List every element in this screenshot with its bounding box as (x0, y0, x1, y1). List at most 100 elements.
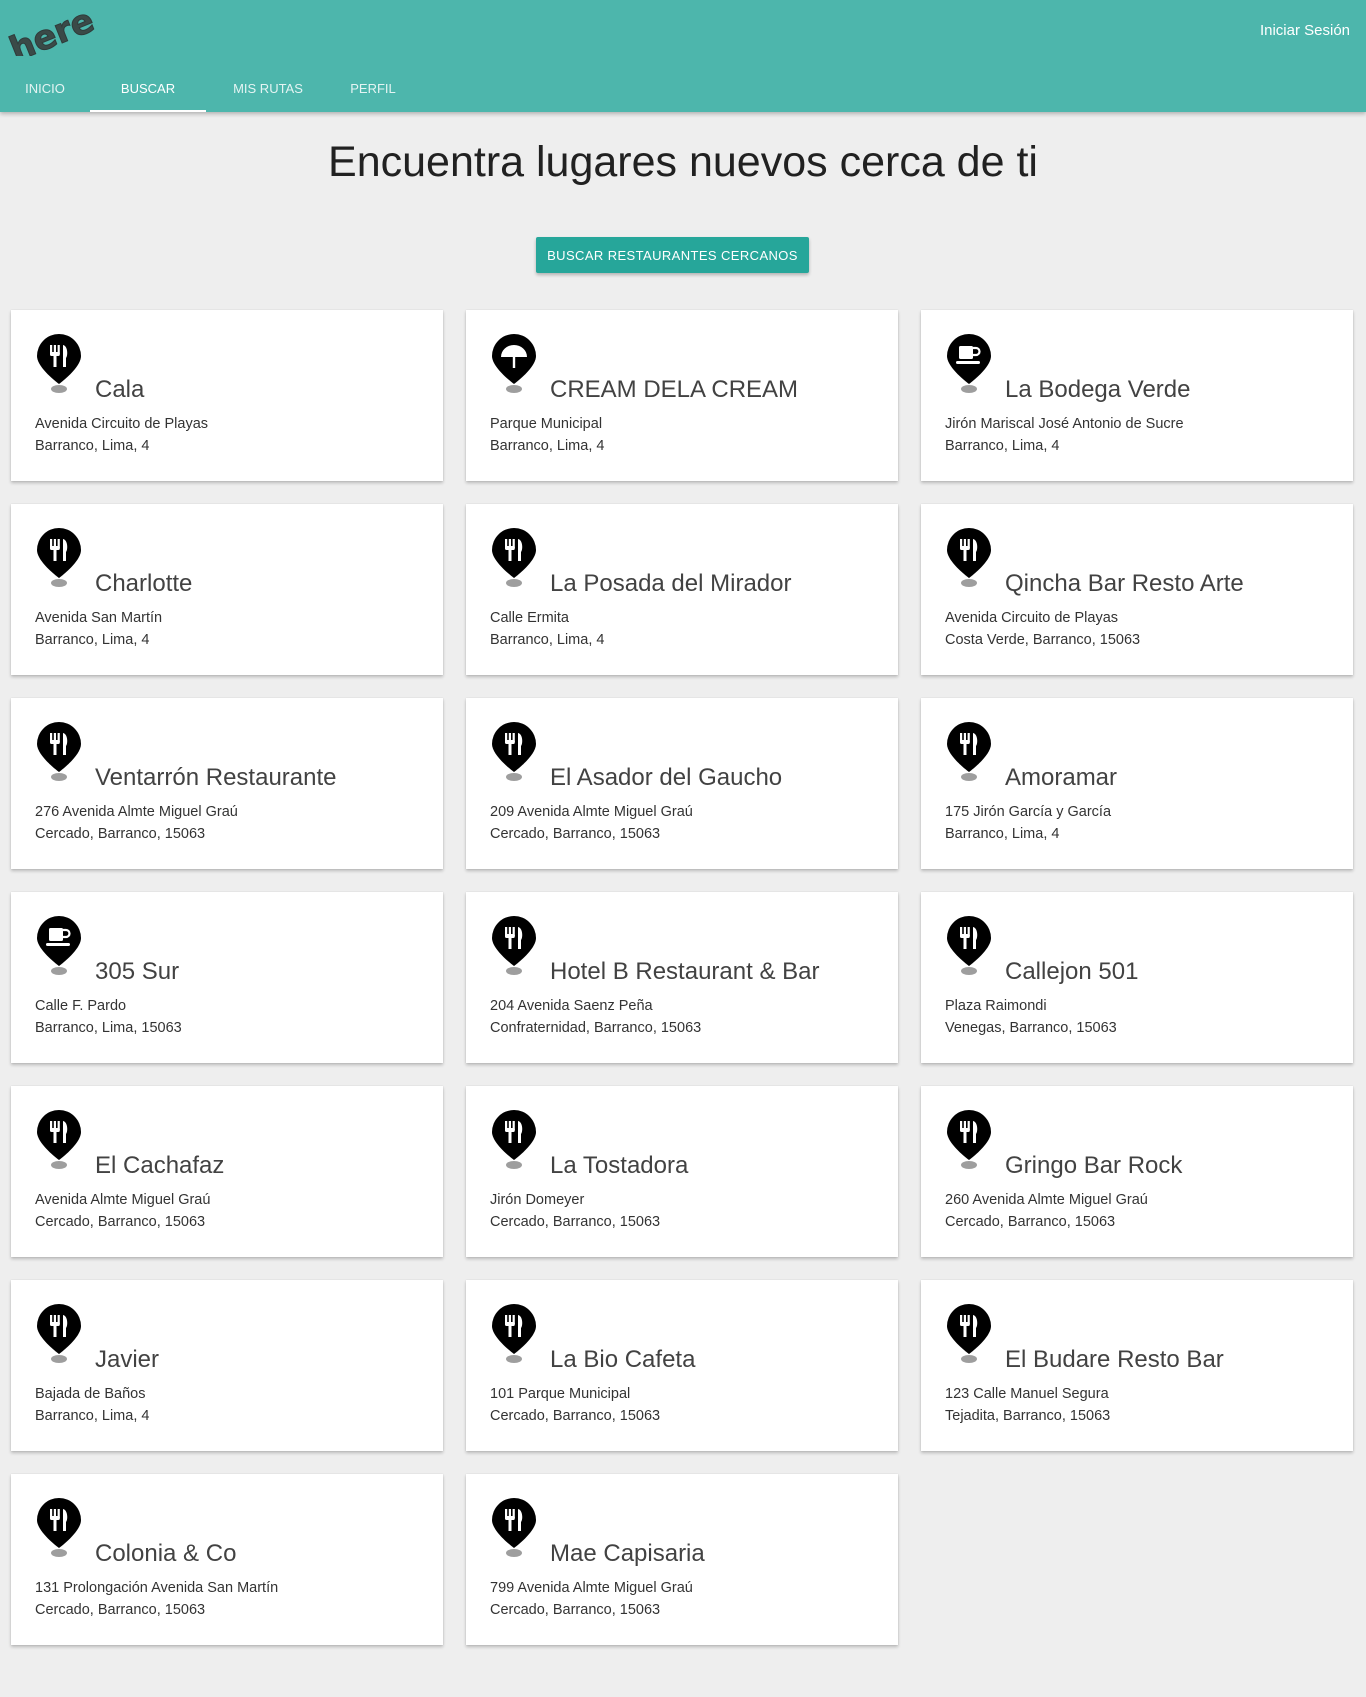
logo-text: here (4, 6, 98, 56)
restaurant-pin-icon (947, 722, 991, 781)
restaurant-pin-icon (492, 916, 536, 975)
place-address-line2: Cercado, Barranco, 15063 (35, 1602, 206, 1618)
place-card[interactable]: La Bodega Verde Jirón Mariscal José Anto… (921, 310, 1353, 481)
tab-inicio[interactable]: INICIO (0, 64, 90, 112)
place-card[interactable]: Callejon 501 Plaza Raimondi Venegas, Bar… (921, 892, 1353, 1063)
place-name: Javier (95, 1346, 160, 1373)
restaurant-pin-icon (947, 1304, 991, 1363)
restaurant-pin-icon (37, 528, 81, 587)
tab-label: PERFIL (350, 80, 396, 96)
place-address-line1: 131 Prolongación Avenida San Martín (35, 1580, 279, 1596)
place-name: El Budare Resto Bar (1005, 1346, 1224, 1373)
place-card[interactable]: Charlotte Avenida San Martín Barranco, L… (11, 504, 443, 675)
restaurant-pin-icon (492, 1304, 536, 1363)
place-address-line1: 204 Avenida Saenz Peña (490, 998, 653, 1014)
place-address-line2: Confraternidad, Barranco, 15063 (490, 1020, 702, 1036)
place-address-line2: Cercado, Barranco, 15063 (490, 1408, 661, 1424)
place-address-line2: Cercado, Barranco, 15063 (490, 1602, 661, 1618)
place-card[interactable]: 305 Sur Calle F. Pardo Barranco, Lima, 1… (11, 892, 443, 1063)
place-card[interactable]: Qincha Bar Resto Arte Avenida Circuito d… (921, 504, 1353, 675)
place-card[interactable]: La Bio Cafeta 101 Parque Municipal Cerca… (466, 1280, 898, 1451)
place-address-line1: 260 Avenida Almte Miguel Graú (945, 1192, 1148, 1208)
place-address-line2: Barranco, Lima, 4 (35, 632, 150, 648)
place-address-line2: Cercado, Barranco, 15063 (490, 826, 661, 842)
search-restaurants-button[interactable]: BUSCAR RESTAURANTES CERCANOS (536, 237, 809, 273)
place-card[interactable]: Cala Avenida Circuito de Playas Barranco… (11, 310, 443, 481)
tab-label: INICIO (25, 80, 65, 96)
place-address-line2: Cercado, Barranco, 15063 (35, 826, 206, 842)
place-card[interactable]: Javier Bajada de Baños Barranco, Lima, 4 (11, 1280, 443, 1451)
place-address-line1: Avenida San Martín (35, 610, 163, 626)
place-name: La Bio Cafeta (550, 1346, 696, 1373)
place-card[interactable]: El Budare Resto Bar 123 Calle Manuel Seg… (921, 1280, 1353, 1451)
place-card[interactable]: CREAM DELA CREAM Parque Municipal Barran… (466, 310, 898, 481)
place-name: Cala (95, 376, 145, 403)
place-card[interactable]: Ventarrón Restaurante 276 Avenida Almte … (11, 698, 443, 869)
place-address-line2: Barranco, Lima, 4 (945, 826, 1060, 842)
place-address-line2: Cercado, Barranco, 15063 (490, 1214, 661, 1230)
place-card[interactable]: La Tostadora Jirón Domeyer Cercado, Barr… (466, 1086, 898, 1257)
place-card[interactable]: La Posada del Mirador Calle Ermita Barra… (466, 504, 898, 675)
place-address-line2: Barranco, Lima, 4 (490, 632, 605, 648)
restaurant-pin-icon (947, 1110, 991, 1169)
place-address-line1: Avenida Almte Miguel Graú (35, 1192, 211, 1208)
place-name: Hotel B Restaurant & Bar (550, 958, 820, 985)
place-address-line2: Barranco, Lima, 4 (490, 438, 605, 454)
place-address-line1: Plaza Raimondi (945, 998, 1047, 1014)
places-grid: Cala Avenida Circuito de Playas Barranco… (11, 310, 1355, 1645)
place-name: Amoramar (1005, 764, 1118, 791)
place-address-line1: Parque Municipal (490, 416, 603, 432)
place-name: Charlotte (95, 570, 193, 597)
restaurant-pin-icon (492, 722, 536, 781)
umbrella-pin-icon (492, 334, 536, 393)
coffee-pin-icon (37, 916, 81, 975)
login-link[interactable]: Iniciar Sesión (1260, 22, 1350, 39)
app-header: here Iniciar Sesión INICIO BUSCAR MIS RU… (0, 0, 1366, 112)
place-name: Qincha Bar Resto Arte (1005, 570, 1244, 597)
place-address-line2: Cercado, Barranco, 15063 (35, 1214, 206, 1230)
place-card[interactable]: Gringo Bar Rock 260 Avenida Almte Miguel… (921, 1086, 1353, 1257)
place-name: Mae Capisaria (550, 1540, 705, 1567)
place-name: La Posada del Mirador (550, 570, 792, 597)
place-name: 305 Sur (95, 958, 180, 985)
place-name: CREAM DELA CREAM (550, 376, 799, 403)
restaurant-pin-icon (37, 1498, 81, 1557)
here-logo[interactable]: here (2, 6, 98, 56)
place-address-line2: Barranco, Lima, 15063 (35, 1020, 182, 1036)
place-name: Gringo Bar Rock (1005, 1152, 1183, 1179)
place-name: El Asador del Gaucho (550, 764, 783, 791)
place-name: Callejon 501 (1005, 958, 1139, 985)
place-address-line1: Calle F. Pardo (35, 998, 127, 1014)
place-name: El Cachafaz (95, 1152, 225, 1179)
place-address-line1: 799 Avenida Almte Miguel Graú (490, 1580, 693, 1596)
coffee-pin-icon (947, 334, 991, 393)
tab-buscar[interactable]: BUSCAR (90, 64, 206, 112)
tab-label: MIS RUTAS (233, 80, 303, 96)
place-address-line2: Barranco, Lima, 4 (35, 1408, 150, 1424)
restaurant-pin-icon (492, 528, 536, 587)
restaurant-pin-icon (492, 1110, 536, 1169)
place-card[interactable]: Mae Capisaria 799 Avenida Almte Miguel G… (466, 1474, 898, 1645)
place-card[interactable]: El Asador del Gaucho 209 Avenida Almte M… (466, 698, 898, 869)
place-name: Ventarrón Restaurante (95, 764, 337, 791)
place-card[interactable]: Hotel B Restaurant & Bar 204 Avenida Sae… (466, 892, 898, 1063)
place-address-line1: Avenida Circuito de Playas (35, 416, 209, 432)
tab-mis-rutas[interactable]: MIS RUTAS (206, 64, 330, 112)
place-address-line2: Tejadita, Barranco, 15063 (945, 1408, 1111, 1424)
place-name: La Tostadora (550, 1152, 689, 1179)
tab-perfil[interactable]: PERFIL (330, 64, 416, 112)
place-address-line1: 175 Jirón García y García (945, 804, 1112, 820)
place-address-line1: 209 Avenida Almte Miguel Graú (490, 804, 693, 820)
restaurant-pin-icon (492, 1498, 536, 1557)
place-address-line2: Barranco, Lima, 4 (35, 438, 150, 454)
place-address-line2: Venegas, Barranco, 15063 (945, 1020, 1117, 1036)
place-address-line2: Barranco, Lima, 4 (945, 438, 1060, 454)
place-card[interactable]: Amoramar 175 Jirón García y García Barra… (921, 698, 1353, 869)
place-card[interactable]: Colonia & Co 131 Prolongación Avenida Sa… (11, 1474, 443, 1645)
restaurant-pin-icon (947, 916, 991, 975)
place-address-line1: Calle Ermita (490, 610, 569, 626)
place-card[interactable]: El Cachafaz Avenida Almte Miguel Graú Ce… (11, 1086, 443, 1257)
restaurant-pin-icon (37, 1110, 81, 1169)
place-address-line1: Jirón Mariscal José Antonio de Sucre (945, 416, 1184, 432)
place-name: La Bodega Verde (1005, 376, 1191, 403)
